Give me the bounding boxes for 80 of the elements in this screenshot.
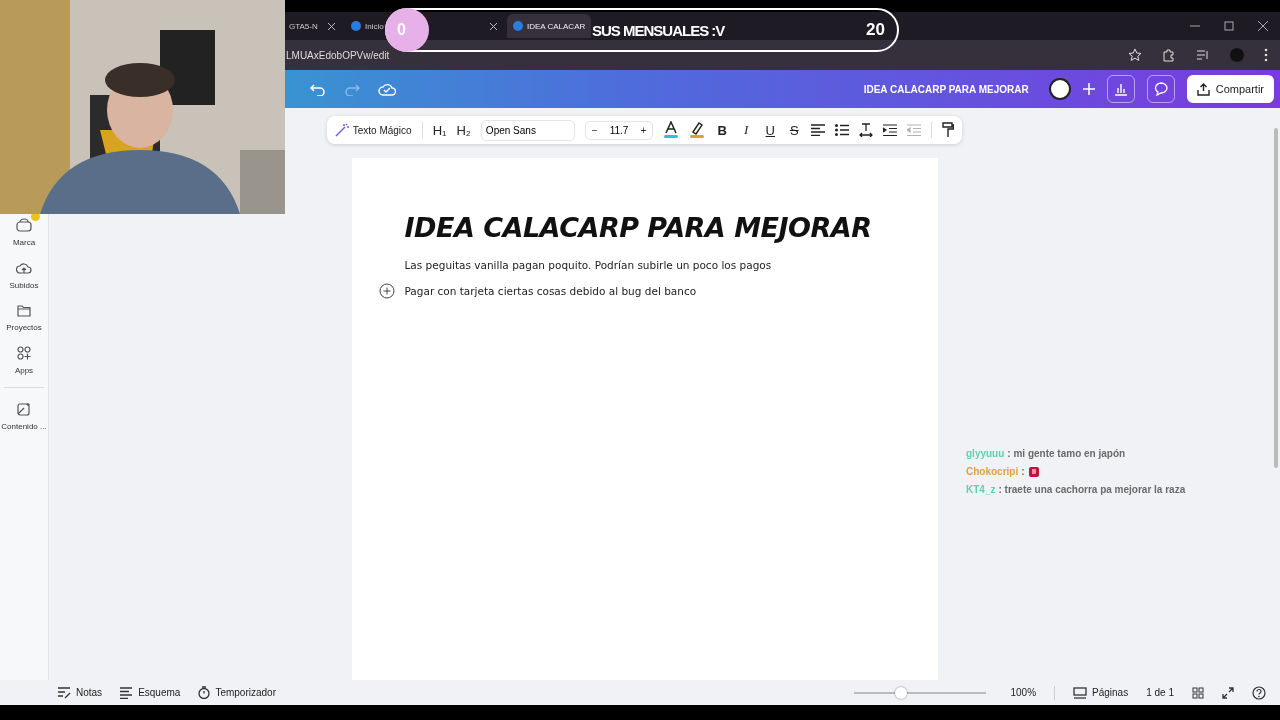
star-icon[interactable] xyxy=(1128,48,1142,62)
apps-icon xyxy=(17,346,31,360)
site-icon xyxy=(513,21,523,31)
decrease-size-button[interactable]: − xyxy=(591,124,598,136)
strikethrough-button[interactable]: S xyxy=(787,122,802,138)
font-size-field[interactable]: 11.7 xyxy=(609,124,629,136)
insights-button[interactable] xyxy=(1106,75,1135,103)
add-icon[interactable] xyxy=(378,283,395,299)
paragraph[interactable]: Pagar con tarjeta ciertas cosas debido al bug del banco xyxy=(404,285,697,297)
timer-icon xyxy=(198,686,211,699)
undo-icon[interactable] xyxy=(310,82,326,96)
site-icon xyxy=(351,21,361,31)
user-avatar[interactable] xyxy=(1048,78,1071,100)
share-button[interactable]: Compartir xyxy=(1186,75,1274,103)
close-tab-icon[interactable] xyxy=(328,22,335,30)
sidebar-item[interactable]: Proyectos xyxy=(0,304,48,332)
heading-1-button[interactable]: H₁ xyxy=(432,122,447,138)
notes-icon xyxy=(58,686,71,699)
outline-icon xyxy=(120,686,134,699)
italic-button[interactable]: I xyxy=(739,122,754,138)
grid-icon[interactable] xyxy=(1192,686,1204,699)
chat-message: : xyxy=(1021,466,1025,477)
footer-button[interactable]: Esquema xyxy=(120,686,181,699)
cloud-check-icon[interactable] xyxy=(378,82,396,96)
sidebar-item[interactable]: Apps xyxy=(0,346,48,388)
document-title[interactable]: IDEA CALACARP PARA MEJORAR xyxy=(863,83,1029,95)
bullet-list-icon[interactable] xyxy=(835,124,850,136)
zoom-level[interactable]: 100% xyxy=(1010,687,1037,698)
magic-wand-icon xyxy=(334,123,349,137)
brand-icon xyxy=(16,218,32,232)
scrollbar[interactable] xyxy=(1274,128,1278,468)
help-icon[interactable] xyxy=(1252,685,1266,700)
image-icon xyxy=(17,402,31,416)
align-left-icon[interactable] xyxy=(811,124,826,136)
page-counter: 1 de 1 xyxy=(1146,687,1174,698)
paragraph[interactable]: Las peguitas vanilla pagan poquito. Podrían subirle un poco los pagos xyxy=(404,259,772,271)
document-heading[interactable]: IDEA CALACARP PARA MEJORAR xyxy=(404,212,885,243)
tab-label: Inicio xyxy=(365,21,384,31)
footer-button[interactable]: Temporizador xyxy=(198,686,276,699)
folder-icon xyxy=(17,304,31,317)
chat-message: : mi gente tamo en japón xyxy=(1007,448,1126,459)
cloud-upload-icon xyxy=(16,261,32,275)
more-icon[interactable] xyxy=(1264,48,1268,62)
puzzle-icon[interactable] xyxy=(1162,48,1176,62)
tab-label: IDEA CALACAR xyxy=(527,21,586,31)
comment-button[interactable] xyxy=(1146,75,1175,103)
fullscreen-icon[interactable] xyxy=(1222,686,1234,699)
pages-button[interactable]: Páginas xyxy=(1073,686,1129,699)
comment-icon xyxy=(1153,82,1168,96)
paint-roller-icon[interactable] xyxy=(942,122,955,138)
sidebar-item[interactable]: Subidos xyxy=(0,261,48,290)
bar-chart-icon xyxy=(1113,82,1128,96)
magic-text-button[interactable]: Texto Mágico xyxy=(334,123,412,137)
tab-label: GTA5-N xyxy=(289,21,318,31)
goal-target: 20 xyxy=(866,20,885,40)
chat-username: KT4_z xyxy=(966,484,996,495)
text-color-icon[interactable] xyxy=(663,121,680,139)
pages-icon xyxy=(1073,686,1088,699)
media-icon[interactable] xyxy=(1196,48,1210,62)
underline-button[interactable]: U xyxy=(763,122,778,138)
footer-button[interactable]: Notas xyxy=(58,686,103,699)
upload-icon xyxy=(1196,82,1210,96)
chat-username: glyyuuu xyxy=(966,448,1005,459)
increase-size-button[interactable]: + xyxy=(640,124,647,136)
font-dropdown[interactable]: Open Sans xyxy=(480,119,575,141)
chat-username: Chokocripi xyxy=(966,466,1019,477)
close-icon[interactable] xyxy=(1258,21,1268,31)
goal-title: SUS MENSUALES :V xyxy=(592,21,725,39)
browser-tab[interactable]: GTA5-N xyxy=(285,14,324,38)
indent-icon[interactable] xyxy=(883,124,898,136)
bold-button[interactable]: B xyxy=(715,122,730,138)
heading-2-button[interactable]: H₂ xyxy=(456,122,471,138)
chat-message: : traete una cachorra pa mejorar la raza xyxy=(998,484,1186,495)
browser-tab[interactable]: IDEA CALACAR xyxy=(507,14,592,38)
line-spacing-icon[interactable] xyxy=(859,123,874,137)
siren-emote-icon xyxy=(1027,465,1040,478)
close-tab-icon[interactable] xyxy=(490,22,497,30)
restore-icon[interactable] xyxy=(1224,21,1234,31)
highlighter-icon[interactable] xyxy=(689,121,706,139)
sidebar-item[interactable]: Contenido ... xyxy=(0,402,48,431)
